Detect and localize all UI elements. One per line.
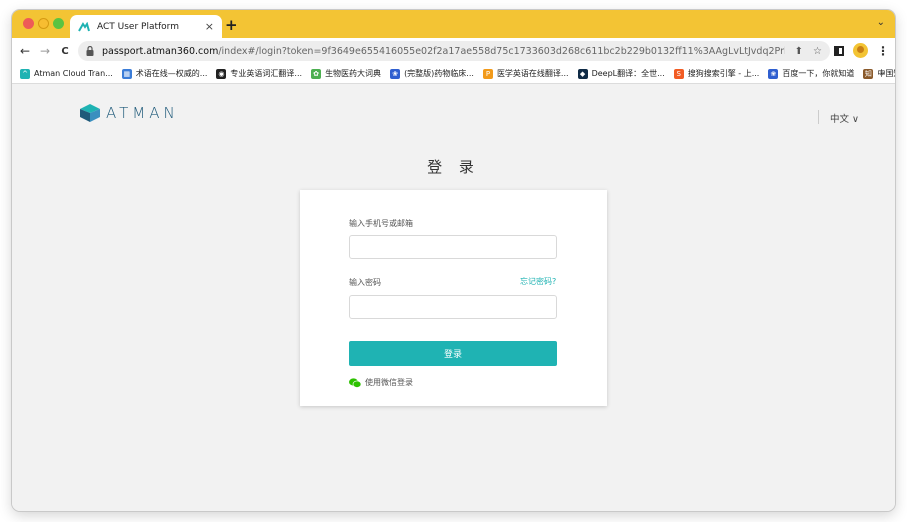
address-bar[interactable]: passport.atman360.com/index#/login?token… <box>78 41 830 61</box>
browser-window: ACT User Platform × + ⌄ ← → C passport.a… <box>12 10 895 511</box>
bookmark-star-icon[interactable]: ☆ <box>813 46 822 57</box>
bookmark-item[interactable]: ◆ DeepL翻译：全世... <box>577 68 665 79</box>
bookmark-label: (完整版)药物临床... <box>404 69 474 78</box>
share-icon[interactable]: ⬆ <box>795 46 803 57</box>
bookmark-item[interactable]: S 搜狗搜索引擎 - 上... <box>673 68 760 79</box>
tab-title: ACT User Platform <box>97 21 179 32</box>
page-title: 登 录 <box>427 158 480 176</box>
bookmark-item[interactable]: ▦ 术语在线—权威的... <box>121 68 208 79</box>
new-tab-button[interactable]: + <box>225 16 238 34</box>
username-input[interactable] <box>349 235 557 259</box>
bookmark-item[interactable]: P 医学英语在线翻译... <box>482 68 569 79</box>
baidu-icon: ❀ <box>768 68 779 79</box>
reload-button[interactable]: C <box>56 46 74 57</box>
lock-icon <box>86 46 94 56</box>
wechat-login-link[interactable]: 使用微信登录 <box>349 377 413 388</box>
bookmark-label: 百度一下，你就知道 <box>782 69 855 78</box>
bookmarks-bar: ^ Atman Cloud Tran... ▦ 术语在线—权威的... ◉ 专业英语词汇翻… <box>12 64 895 84</box>
deepl-icon: ◆ <box>577 68 588 79</box>
close-window-button[interactable] <box>23 18 34 29</box>
bookmark-item[interactable]: ✿ 生物医药大词典 <box>311 68 381 79</box>
browser-toolbar: ← → C passport.atman360.com/index#/login… <box>12 38 895 64</box>
atman-logo-icon: ^ <box>20 68 30 79</box>
wechat-login-label: 使用微信登录 <box>365 378 413 387</box>
sogou-icon: S <box>673 68 684 79</box>
wechat-icon <box>349 377 361 388</box>
menu-kebab-icon[interactable]: ⋮ <box>877 44 889 58</box>
bookmark-label: Atman Cloud Tran... <box>34 69 113 78</box>
bookmark-item[interactable]: ^ Atman Cloud Tran... <box>20 68 113 79</box>
bookmark-label: 医学英语在线翻译... <box>496 69 569 78</box>
bookmark-label: 生物医药大词典 <box>325 69 382 78</box>
password-label: 输入密码 <box>349 278 381 287</box>
tab-strip: ACT User Platform × + ⌄ <box>12 10 895 38</box>
login-button[interactable]: 登录 <box>349 341 557 366</box>
back-button[interactable]: ← <box>16 44 34 58</box>
bookmarks-overflow-icon[interactable]: » <box>879 69 885 79</box>
toolbar-right-actions: ⋮ <box>834 43 889 58</box>
globe-icon: ◉ <box>216 68 227 79</box>
tab-close-icon[interactable]: × <box>205 20 214 33</box>
login-card: 输入手机号或邮箱 输入密码 忘记密码? 登录 使用微信登录 <box>300 190 607 406</box>
atman-logo[interactable]: ATMAN <box>80 104 179 122</box>
term-icon: ▦ <box>121 68 132 79</box>
language-selector[interactable]: 中文 ∨ <box>830 111 859 125</box>
atman-favicon-icon <box>78 21 90 31</box>
tab-act-user-platform[interactable]: ACT User Platform × <box>70 15 222 38</box>
cnki-icon: 知 <box>863 68 874 79</box>
side-panel-icon[interactable] <box>834 45 844 56</box>
tab-search-chevron-icon[interactable]: ⌄ <box>877 17 885 28</box>
logo-text: ATMAN <box>106 104 179 122</box>
url-path: /index#/login?token=9f3649e655416055e02f… <box>218 45 785 57</box>
password-input[interactable] <box>349 295 557 319</box>
username-label: 输入手机号或邮箱 <box>349 219 413 228</box>
forward-button[interactable]: → <box>36 44 54 58</box>
forgot-password-link[interactable]: 忘记密码? <box>520 276 556 287</box>
bookmark-label: 专业英语词汇翻译... <box>230 69 303 78</box>
url-host: passport.atman360.com <box>102 45 219 57</box>
atman-logo-mark-icon <box>80 104 100 122</box>
url-text: passport.atman360.com/index#/login?token… <box>102 46 785 57</box>
paw-icon: ❀ <box>390 68 401 79</box>
bookmark-label: 术语在线—权威的... <box>135 69 208 78</box>
minimize-window-button[interactable] <box>38 18 49 29</box>
maximize-window-button[interactable] <box>53 18 64 29</box>
profile-avatar[interactable] <box>853 43 868 58</box>
medical-icon: P <box>482 68 493 79</box>
bookmark-label: DeepL翻译：全世... <box>591 69 665 78</box>
login-page: ATMAN 中文 ∨ 登 录 输入手机号或邮箱 输入密码 忘记密码? 登录 使用… <box>12 84 895 511</box>
bookmark-item[interactable]: ❀ 百度一下，你就知道 <box>768 68 854 79</box>
bookmark-item[interactable]: ❀ (完整版)药物临床... <box>390 68 474 79</box>
bookmark-item[interactable]: ◉ 专业英语词汇翻译... <box>216 68 302 79</box>
leaf-icon: ✿ <box>311 68 322 79</box>
bookmark-label: 搜狗搜索引擎 - 上... <box>687 69 760 78</box>
language-divider <box>818 110 819 124</box>
